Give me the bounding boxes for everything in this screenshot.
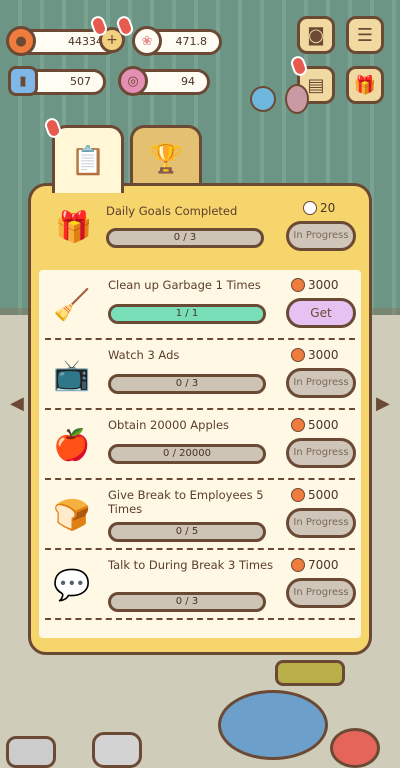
achievements-tab[interactable]: 🏆 xyxy=(130,125,202,189)
paw-currency-icon: ❀ xyxy=(132,26,162,56)
summary-progress-text: 0 / 3 xyxy=(173,232,197,243)
apple-reward-icon xyxy=(291,348,305,362)
task-reward-value: 5000 xyxy=(308,418,339,432)
task-progress-bar: 1 / 1 xyxy=(108,304,266,324)
task-row: 💬 Talk to During Break 3 Times 0 / 3 700… xyxy=(39,550,361,620)
camera-button[interactable]: ◙ xyxy=(297,16,335,54)
task-progress-text: 0 / 3 xyxy=(175,378,199,389)
pond-decoration xyxy=(218,690,328,760)
broom-icon: 🧹 xyxy=(53,287,91,323)
apple-icon: 🍎 xyxy=(53,427,91,463)
in-progress-button[interactable]: In Progress xyxy=(286,578,356,608)
balloon-decoration xyxy=(285,84,309,114)
task-progress-text: 0 / 20000 xyxy=(163,448,211,459)
clipboard-icon: ▤ xyxy=(307,74,325,96)
task-reward-value: 3000 xyxy=(308,278,339,292)
ticket-currency-icon: ▮ xyxy=(8,66,38,96)
camera-icon: ◙ xyxy=(307,24,325,46)
in-progress-button[interactable]: In Progress xyxy=(286,508,356,538)
get-reward-button[interactable]: Get xyxy=(286,298,356,328)
task-title: Talk to During Break 3 Times xyxy=(108,558,274,572)
apple-reward-icon xyxy=(291,488,305,502)
gift-button[interactable]: 🎁 xyxy=(346,66,384,104)
bread-icon: 🍞 xyxy=(53,497,91,533)
tv-ad-icon: 📺 xyxy=(53,357,91,393)
previous-arrow[interactable]: ◀ xyxy=(10,392,26,416)
summary-status-button[interactable]: In Progress xyxy=(286,221,356,251)
pipe-decoration xyxy=(275,660,345,686)
task-progress-bar: 0 / 3 xyxy=(108,592,266,612)
trophy-icon: 🏆 xyxy=(148,142,184,175)
dashed-divider xyxy=(45,618,355,620)
clipboard-carrot-icon: 📋 xyxy=(70,144,106,177)
task-reward-value: 3000 xyxy=(308,348,339,362)
task-progress-text: 0 / 5 xyxy=(175,526,199,537)
task-row: 📺 Watch 3 Ads 0 / 3 3000 In Progress xyxy=(39,340,361,410)
yarn-count: 94 xyxy=(181,75,195,88)
apple-reward-icon xyxy=(291,278,305,292)
task-progress-bar: 0 / 5 xyxy=(108,522,266,542)
cat-bag-icon[interactable] xyxy=(92,732,142,768)
task-reward-value: 7000 xyxy=(308,558,339,572)
megaphone-icon[interactable] xyxy=(330,728,380,768)
apple-reward-icon xyxy=(291,558,305,572)
paw-count: 471.8 xyxy=(175,35,208,48)
task-progress-bar: 0 / 3 xyxy=(108,374,266,394)
ticket-count: 507 xyxy=(70,75,91,88)
gift-box-icon: 🎁 xyxy=(55,209,93,245)
task-list: 🧹 Clean up Garbage 1 Times 1 / 1 3000 Ge… xyxy=(39,270,361,638)
summary-reward-value: 20 xyxy=(320,201,336,215)
task-progress-text: 1 / 1 xyxy=(175,308,199,319)
task-reward: 5000 xyxy=(291,488,339,502)
balloon-decoration xyxy=(250,86,276,112)
task-row: 🧹 Clean up Garbage 1 Times 1 / 1 3000 Ge… xyxy=(39,270,361,340)
task-progress-bar: 0 / 20000 xyxy=(108,444,266,464)
summary-title: Daily Goals Completed xyxy=(106,204,238,218)
gift-icon: 🎁 xyxy=(353,74,377,96)
task-title: Watch 3 Ads xyxy=(108,348,180,362)
menu-list-icon: ☰ xyxy=(356,24,374,46)
task-reward-value: 5000 xyxy=(308,488,339,502)
apple-reward-icon xyxy=(291,418,305,432)
task-row: 🍞 Give Break to Employees 5 Times 0 / 5 … xyxy=(39,480,361,550)
summary-progress-bar: 0 / 3 xyxy=(106,228,264,248)
task-progress-text: 0 / 3 xyxy=(175,596,199,607)
yarn-currency-icon: ◎ xyxy=(118,66,148,96)
task-reward: 7000 xyxy=(291,558,339,572)
summary-reward: 20 xyxy=(303,201,335,215)
task-reward: 3000 xyxy=(291,278,339,292)
task-row: 🍎 Obtain 20000 Apples 0 / 20000 5000 In … xyxy=(39,410,361,480)
paw-reward-icon xyxy=(303,201,317,215)
in-progress-button[interactable]: In Progress xyxy=(286,438,356,468)
task-title: Obtain 20000 Apples xyxy=(108,418,230,432)
daily-goals-tab[interactable]: 📋 xyxy=(52,125,124,193)
task-title: Clean up Garbage 1 Times xyxy=(108,278,261,292)
apple-currency-icon: ● xyxy=(6,26,36,56)
task-reward: 3000 xyxy=(291,348,339,362)
tool-icon[interactable] xyxy=(6,736,56,768)
task-title: Give Break to Employees 5 Times xyxy=(108,488,264,516)
in-progress-button[interactable]: In Progress xyxy=(286,368,356,398)
task-reward: 5000 xyxy=(291,418,339,432)
game-scene: 44334 ● + 471.8 ❀ 507 ▮ 94 ◎ ◙ ☰ ▤ 🎁 📋 🏆… xyxy=(0,0,400,768)
daily-goals-panel: 🎁 Daily Goals Completed 0 / 3 20 In Prog… xyxy=(28,183,372,655)
apple-count: 44334 xyxy=(68,35,103,48)
chat-bubble-icon: 💬 xyxy=(53,567,91,603)
daily-goals-summary: 🎁 Daily Goals Completed 0 / 3 20 In Prog… xyxy=(31,186,369,270)
menu-button[interactable]: ☰ xyxy=(346,16,384,54)
next-arrow[interactable]: ▶ xyxy=(376,392,392,416)
